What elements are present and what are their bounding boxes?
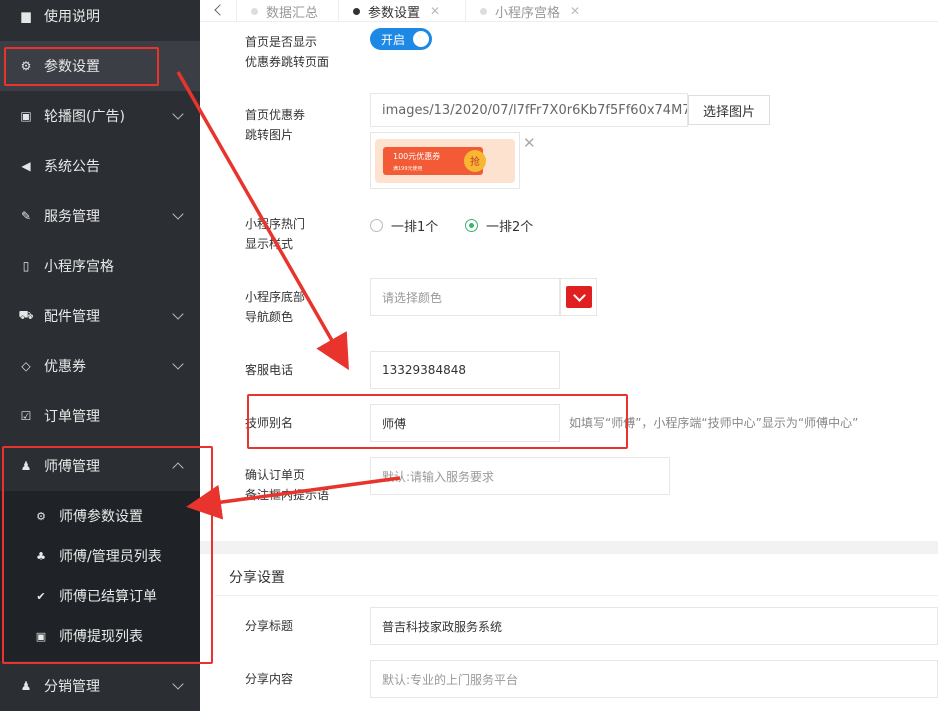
coupon-image-label: 首页优惠券 跳转图片 xyxy=(245,105,305,145)
sidebar-item-parts[interactable]: ⛟ 配件管理 xyxy=(0,291,200,341)
sidebar-item-coupon[interactable]: ◇ 优惠券 xyxy=(0,341,200,391)
tab-bar: 数据汇总 参数设置 ✕ 小程序宫格 ✕ xyxy=(200,0,938,22)
tab-dot-icon xyxy=(353,7,360,15)
coupon-jump-label: 首页是否显示 优惠券跳转页面 xyxy=(245,32,329,72)
coupon-image-text: 100元优惠券 xyxy=(393,151,440,161)
sidebar-item-label: 系统公告 xyxy=(44,159,100,175)
tab-dot-icon xyxy=(251,7,258,15)
switch-knob xyxy=(413,31,429,47)
users-plus-icon: ♟ xyxy=(20,679,32,693)
close-icon[interactable]: ✕ xyxy=(430,4,440,18)
section-divider xyxy=(200,541,938,554)
remark-label: 确认订单页 备注框内提示语 xyxy=(245,465,329,505)
radio-circle-icon xyxy=(370,219,383,232)
tab-label: 参数设置 xyxy=(368,5,421,21)
book-icon: ▆ xyxy=(21,9,31,23)
radio-label: 一排1个 xyxy=(391,220,439,235)
share-title-input[interactable]: 普吉科技家政服务系统 xyxy=(370,607,938,645)
sidebar-item-orders[interactable]: ☑ 订单管理 xyxy=(0,391,200,441)
remove-image-icon[interactable]: ✕ xyxy=(523,134,536,152)
tab-dashboard[interactable]: 数据汇总 xyxy=(236,0,336,22)
coupon-thumbnail: 100元优惠券 满199元使用 抢 xyxy=(370,132,520,189)
label-line: 首页是否显示 xyxy=(245,35,318,49)
image-icon: ▣ xyxy=(20,109,32,123)
close-icon[interactable]: ✕ xyxy=(570,4,580,18)
share-title-label: 分享标题 xyxy=(245,619,294,633)
phone-label: 客服电话 xyxy=(245,363,294,377)
remark-input[interactable]: 默认:请输入服务要求 xyxy=(370,457,670,495)
coupon-image: 100元优惠券 满199元使用 抢 xyxy=(375,139,515,183)
megaphone-icon: ◀ xyxy=(21,159,31,173)
phone-icon: ▯ xyxy=(22,259,30,273)
tab-grid[interactable]: 小程序宫格 ✕ xyxy=(465,0,605,22)
switch-text: 开启 xyxy=(381,32,406,47)
back-arrow-icon[interactable] xyxy=(210,2,228,20)
tab-label: 小程序宫格 xyxy=(495,5,561,21)
sidebar-item-usage[interactable]: ▆ 使用说明 xyxy=(0,0,200,41)
sidebar-item-distribution[interactable]: ♟ 分销管理 xyxy=(0,661,200,711)
radio-one-per-row[interactable]: 一排1个 xyxy=(370,216,438,235)
sidebar-item-banner[interactable]: ▣ 轮播图(广告) xyxy=(0,91,200,141)
sidebar-item-notice[interactable]: ◀ 系统公告 xyxy=(0,141,200,191)
sidebar-item-label: 小程序宫格 xyxy=(44,259,114,275)
nav-color-label: 小程序底部 导航颜色 xyxy=(245,287,305,327)
hot-style-label: 小程序热门 显示样式 xyxy=(245,214,305,254)
coupon-jump-switch[interactable]: 开启 xyxy=(370,28,432,50)
share-content-input[interactable]: 默认:专业的上门服务平台 xyxy=(370,660,938,698)
diamond-icon: ◇ xyxy=(21,359,31,373)
label-line: 备注框内提示语 xyxy=(245,488,330,502)
radio-label: 一排2个 xyxy=(486,220,534,235)
chevron-down-icon xyxy=(566,286,592,308)
tab-label: 数据汇总 xyxy=(266,5,319,21)
coupon-image-badge: 抢 xyxy=(470,155,480,168)
label-line: 确认订单页 xyxy=(245,468,306,482)
share-content-label: 分享内容 xyxy=(245,672,294,686)
color-picker-button[interactable] xyxy=(560,278,597,316)
label-line: 显示样式 xyxy=(245,237,294,251)
wrench-icon: ✎ xyxy=(20,209,32,223)
section-line xyxy=(215,595,938,596)
annotation-box-alias xyxy=(247,394,628,449)
annotation-box-master xyxy=(2,446,213,664)
label-line: 导航颜色 xyxy=(245,310,294,324)
label-line: 小程序热门 xyxy=(245,217,306,231)
nav-color-input[interactable]: 请选择颜色 xyxy=(370,278,560,316)
checkbox-icon: ☑ xyxy=(20,409,32,423)
coupon-image-subtext: 满199元使用 xyxy=(393,165,423,172)
tab-dot-icon xyxy=(480,7,487,15)
radio-circle-icon xyxy=(465,219,478,232)
sidebar-item-grid[interactable]: ▯ 小程序宫格 xyxy=(0,241,200,291)
radio-two-per-row[interactable]: 一排2个 xyxy=(465,216,533,235)
tab-params[interactable]: 参数设置 ✕ xyxy=(338,0,462,22)
label-line: 首页优惠券 xyxy=(245,108,306,122)
label-line: 优惠券跳转页面 xyxy=(245,55,330,69)
annotation-box-params xyxy=(4,47,159,86)
share-section-title: 分享设置 xyxy=(229,570,285,586)
sidebar-item-label: 订单管理 xyxy=(44,409,100,425)
cart-icon: ⛟ xyxy=(18,308,34,322)
select-image-button[interactable]: 选择图片 xyxy=(688,95,770,125)
sidebar-item-label: 使用说明 xyxy=(44,9,100,25)
label-line: 小程序底部 xyxy=(245,290,306,304)
coupon-image-path-input[interactable]: images/13/2020/07/l7fFr7X0r6Kb7f5Ff60x74… xyxy=(370,93,688,127)
phone-input[interactable]: 13329384848 xyxy=(370,351,560,389)
sidebar-item-service[interactable]: ✎ 服务管理 xyxy=(0,191,200,241)
main-content: 首页是否显示 优惠券跳转页面 开启 首页优惠券 跳转图片 images/13/2… xyxy=(200,22,938,711)
label-line: 跳转图片 xyxy=(245,128,294,142)
